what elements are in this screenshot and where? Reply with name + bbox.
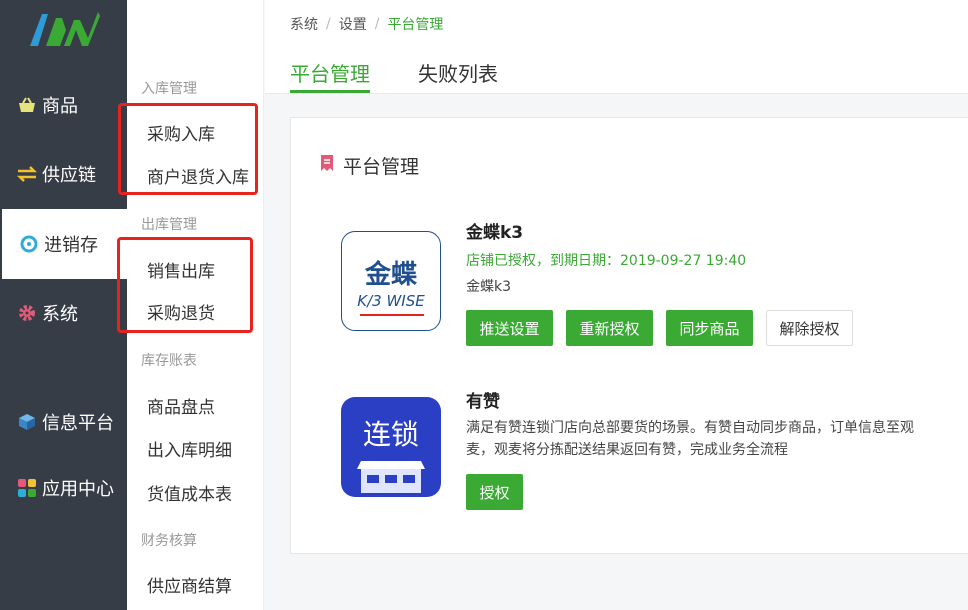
section-title-inbound: 入库管理 [141,81,197,97]
nav-item-app-center[interactable]: 应用中心 [0,453,127,523]
bookmark-icon [319,154,335,177]
push-settings-button[interactable]: 推送设置 [466,310,553,346]
submenu-item-inout-detail[interactable]: 出入库明细 [147,436,232,461]
main-content: 系统 / 设置 / 平台管理 平台管理 失败列表 平台管理 金蝶 K/3 WIS… [265,0,968,610]
app-name-kingdee: 金蝶k3 [466,223,524,243]
breadcrumb-separator: / [326,16,331,32]
app-status-kingdee: 店铺已授权，到期日期：2019-09-27 19:40 [466,253,747,269]
app-desc-youzan-line2: 麦，观麦将分拣配送结果返回有赞，完成业务全流程 [466,442,788,458]
page-header: 系统 / 设置 / 平台管理 平台管理 失败列表 [265,0,968,94]
cycle-icon [18,233,40,255]
nav-item-inventory[interactable]: 进销存 [2,209,128,279]
nav-item-label: 供应链 [42,165,96,186]
inventory-submenu: 入库管理 采购入库 商户退货入库 出库管理 销售出库 采购退货 库存账表 商品盘… [117,0,264,610]
section-title-outbound: 出库管理 [141,217,197,233]
tab-failure-list[interactable]: 失败列表 [418,58,498,87]
nav-item-label: 应用中心 [42,479,114,500]
breadcrumb-current: 平台管理 [387,17,444,33]
nav-item-label: 进销存 [44,235,98,256]
authorize-button[interactable]: 授权 [466,474,523,510]
apps-icon [16,477,38,499]
gear-icon [16,302,38,324]
nav-item-system[interactable]: 系统 [0,278,127,348]
app-logo [30,12,100,46]
nav-item-supply-chain[interactable]: 供应链 [0,139,127,209]
basket-icon [16,94,38,116]
nav-item-goods[interactable]: 商品 [0,70,127,140]
kingdee-logo: 金蝶 K/3 WISE [341,231,441,331]
kingdee-logo-subtext: K/3 WISE [357,292,425,310]
tab-platform-management[interactable]: 平台管理 [290,58,370,87]
card-title-text: 平台管理 [343,156,420,178]
highlight-box-inbound [118,103,258,195]
highlight-box-outbound [117,237,253,333]
revoke-authorization-button[interactable]: 解除授权 [766,310,853,346]
section-title-stock-reports: 库存账表 [141,353,197,369]
kingdee-logo-underline [360,314,424,316]
card-title: 平台管理 [319,152,419,179]
breadcrumb-item[interactable]: 系统 [290,14,318,34]
app-desc-kingdee: 金蝶k3 [466,279,512,295]
submenu-item-supplier-settlement[interactable]: 供应商结算 [147,572,232,597]
submenu-item-cost-report[interactable]: 货值成本表 [147,480,232,505]
exchange-icon [16,163,38,185]
platform-card: 平台管理 金蝶 K/3 WISE 金蝶k3 店铺已授权，到期日期：2019-09… [290,117,968,554]
storefront-icon [357,461,425,493]
nav-item-label: 商品 [42,96,78,117]
nav-item-label: 信息平台 [42,413,114,434]
breadcrumb-item[interactable]: 设置 [339,14,367,34]
nav-item-label: 系统 [42,304,78,325]
reauthorize-button[interactable]: 重新授权 [566,310,653,346]
app-desc-youzan-line1: 满足有赞连锁门店向总部要货的场景。有赞自动同步商品，订单信息至观 [466,420,914,436]
active-tab-indicator [290,90,370,93]
breadcrumb-separator: / [374,16,380,32]
breadcrumb: 系统 / 设置 / 平台管理 [290,14,443,34]
kingdee-logo-text: 金蝶 [364,260,417,290]
sync-goods-button[interactable]: 同步商品 [666,310,753,346]
submenu-item-stocktake[interactable]: 商品盘点 [147,393,215,418]
nav-item-info-platform[interactable]: 信息平台 [0,387,127,457]
section-title-finance: 财务核算 [141,533,197,549]
main-sidebar: 商品 供应链 进销存 系统 信息平台 应用中心 [0,0,128,610]
app-name-youzan: 有赞 [466,392,500,412]
cube-icon [16,411,38,433]
youzan-logo-text: 连锁 [362,418,419,451]
youzan-logo: 连锁 [341,397,441,497]
